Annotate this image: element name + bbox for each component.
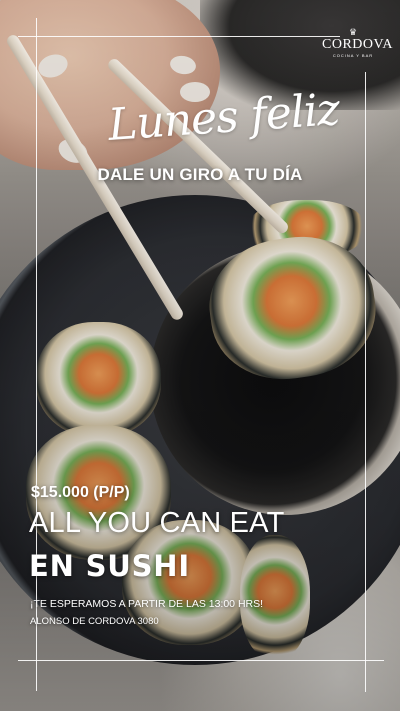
offer-subtitle: EN SUSHI	[29, 549, 190, 583]
offer-price: $15.000 (P/P)	[31, 484, 130, 501]
frame-line-top	[18, 36, 340, 37]
offer-title: ALL YOU CAN EAT	[29, 507, 285, 539]
address-text: ALONSO DE CORDOVA 3080	[30, 616, 159, 627]
invite-text: ¡TE ESPERAMOS A PARTIR DE LAS 13:00 HRS!	[30, 598, 264, 610]
frame-line-left	[36, 18, 37, 691]
promo-poster: ♛ CORDOVA COCINA Y BAR Lunes feliz DALE …	[0, 0, 400, 711]
headline-tagline: DALE UN GIRO A TU DÍA	[97, 165, 303, 184]
brand-name: CORDOVA	[322, 37, 393, 52]
frame-line-bottom	[18, 660, 384, 661]
brand-logo: ♛ CORDOVA COCINA Y BAR	[322, 27, 393, 59]
crown-icon: ♛	[348, 27, 358, 37]
brand-subtitle: COCINA Y BAR	[332, 53, 374, 58]
